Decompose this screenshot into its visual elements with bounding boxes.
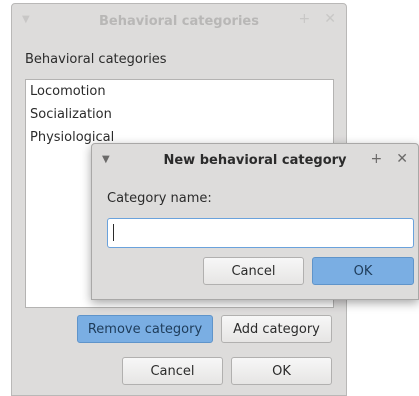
category-name-input[interactable] — [107, 218, 414, 248]
window-title: Behavioral categories — [99, 13, 259, 29]
window-menu-icon[interactable]: ▼ — [22, 14, 30, 25]
title-bar: ▼ Behavioral categories + ✕ — [12, 4, 346, 38]
list-item[interactable]: Socialization — [30, 107, 112, 122]
dialog-ok-button[interactable]: OK — [312, 257, 414, 285]
dialog-title-bar: ▼ New behavioral category + ✕ — [92, 144, 418, 177]
section-label: Behavioral categories — [25, 52, 167, 67]
close-icon[interactable]: ✕ — [324, 11, 336, 27]
add-category-button[interactable]: Add category — [221, 315, 332, 343]
remove-category-button[interactable]: Remove category — [77, 315, 213, 343]
pin-icon[interactable]: + — [371, 151, 383, 167]
cancel-button[interactable]: Cancel — [122, 357, 223, 385]
window-menu-icon[interactable]: ▼ — [102, 154, 110, 165]
close-icon[interactable]: ✕ — [396, 151, 408, 167]
dialog-title: New behavioral category — [163, 153, 347, 168]
dialog-cancel-button[interactable]: Cancel — [203, 257, 304, 285]
text-caret — [113, 224, 114, 241]
ok-button[interactable]: OK — [231, 357, 332, 385]
category-name-label: Category name: — [107, 191, 212, 206]
new-category-dialog: ▼ New behavioral category + ✕ Category n… — [91, 143, 419, 300]
list-item[interactable]: Locomotion — [30, 84, 106, 99]
pin-icon[interactable]: + — [299, 11, 311, 27]
